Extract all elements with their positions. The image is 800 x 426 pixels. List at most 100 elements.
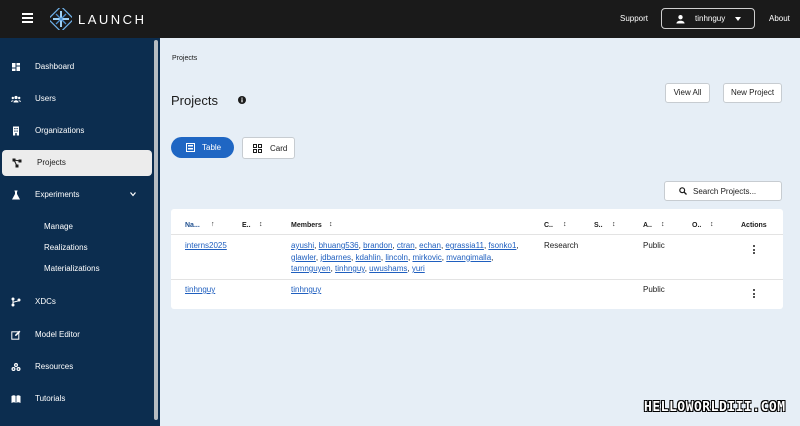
member-link[interactable]: fsonko1 — [488, 241, 516, 250]
person-icon — [676, 15, 685, 24]
search-input[interactable]: Search Projects... — [664, 181, 782, 201]
sidebar-item-label: Dashboard — [35, 62, 75, 71]
sort-asc-icon[interactable]: ↑ — [211, 221, 215, 228]
brand-name[interactable]: LAUNCH — [78, 12, 146, 27]
sidebar-item-resources[interactable]: Resources — [0, 354, 152, 380]
member-link[interactable]: yuri — [412, 264, 425, 273]
column-header-name[interactable]: Na... — [185, 222, 200, 229]
sidebar-scrollbar[interactable] — [154, 40, 158, 420]
support-link[interactable]: Support — [620, 14, 648, 23]
project-name-link[interactable]: interns2025 — [185, 241, 227, 250]
members-list: ayushi, bhuang536, brandon, ctran, echan… — [291, 241, 519, 273]
sidebar-item-experiments[interactable]: Experiments — [0, 182, 152, 208]
member-link[interactable]: ctran — [397, 241, 415, 250]
member-link[interactable]: lincoln — [385, 253, 408, 262]
column-header-e[interactable]: E.. — [242, 222, 251, 229]
sidebar-subitem-manage[interactable]: Manage — [44, 222, 73, 231]
member-link[interactable]: jdbarnes — [320, 253, 351, 262]
table-view-toggle[interactable]: Table — [171, 137, 234, 158]
sidebar-item-dashboard[interactable]: Dashboard — [0, 54, 152, 80]
caret-down-icon — [735, 17, 741, 21]
building-icon — [13, 126, 19, 136]
top-bar: LAUNCH Support tinhnguy About — [0, 0, 800, 38]
grid-icon — [253, 144, 262, 153]
sidebar-item-xdcs[interactable]: XDCs — [0, 289, 152, 315]
sort-icon[interactable]: ↕ — [329, 221, 333, 228]
user-menu-button[interactable]: tinhnguy — [661, 8, 755, 29]
sidebar-item-label: Tutorials — [35, 394, 66, 403]
member-link[interactable]: tinhnguy — [291, 285, 321, 294]
sort-icon[interactable]: ↕ — [259, 221, 263, 228]
resources-icon — [11, 363, 21, 371]
xdc-icon — [11, 297, 21, 307]
dashboard-icon — [12, 63, 20, 71]
book-icon — [11, 395, 21, 403]
edit-icon — [11, 330, 21, 340]
member-link[interactable]: mirkovic — [412, 253, 441, 262]
sidebar-item-label: Users — [35, 94, 56, 103]
sidebar: Dashboard Users Organizations Projects E… — [0, 38, 160, 426]
projects-table: Na... ↑ E.. ↕ Members ↕ C.. ↕ S.. ↕ A.. … — [171, 209, 783, 309]
sidebar-item-projects[interactable]: Projects — [2, 150, 152, 176]
member-link[interactable]: glawler — [291, 253, 316, 262]
category-cell: Research — [544, 241, 579, 250]
sidebar-item-users[interactable]: Users — [0, 86, 152, 112]
member-link[interactable]: echan — [419, 241, 441, 250]
sidebar-subitem-realizations[interactable]: Realizations — [44, 243, 88, 252]
sort-icon[interactable]: ↕ — [612, 221, 616, 228]
member-link[interactable]: egrassia11 — [445, 241, 484, 250]
sidebar-subitem-materializations[interactable]: Materializations — [44, 264, 100, 273]
sort-icon[interactable]: ↕ — [710, 221, 714, 228]
sidebar-item-tutorials[interactable]: Tutorials — [0, 386, 152, 412]
column-header-c[interactable]: C.. — [544, 222, 553, 229]
sidebar-item-organizations[interactable]: Organizations — [0, 118, 152, 144]
watermark-text: HELLOWORLDIII.COM — [644, 400, 786, 415]
users-icon — [11, 95, 21, 103]
breadcrumb[interactable]: Projects — [172, 55, 197, 62]
member-link[interactable]: ayushi — [291, 241, 314, 250]
sidebar-item-label: Organizations — [35, 126, 85, 135]
about-link[interactable]: About — [769, 14, 790, 23]
menu-icon[interactable] — [22, 13, 33, 23]
project-name-link[interactable]: tinhnguy — [185, 285, 215, 294]
search-placeholder: Search Projects... — [693, 187, 757, 196]
column-header-members[interactable]: Members — [291, 222, 322, 229]
member-link[interactable]: brandon — [363, 241, 392, 250]
sidebar-item-label: XDCs — [35, 297, 56, 306]
view-all-button[interactable]: View All — [665, 83, 710, 103]
divider — [171, 279, 783, 280]
member-link[interactable]: bhuang536 — [319, 241, 359, 250]
page-title: Projects — [171, 93, 218, 108]
column-header-a[interactable]: A.. — [643, 222, 652, 229]
table-icon — [186, 143, 195, 152]
project-nodes-icon — [12, 158, 22, 168]
member-link[interactable]: kdahlin — [356, 253, 381, 262]
info-icon[interactable] — [238, 96, 246, 104]
sort-icon[interactable]: ↕ — [661, 221, 665, 228]
member-link[interactable]: mvangimalla — [446, 253, 491, 262]
column-header-o[interactable]: O.. — [692, 222, 701, 229]
sidebar-item-label: Experiments — [35, 190, 80, 199]
chevron-down-icon[interactable] — [130, 191, 136, 197]
launch-logo-icon[interactable] — [50, 8, 72, 30]
table-view-label: Table — [202, 143, 222, 152]
sidebar-item-label: Model Editor — [35, 330, 80, 339]
search-icon — [679, 187, 687, 195]
username-label: tinhnguy — [695, 14, 726, 23]
more-vertical-icon[interactable] — [753, 245, 756, 254]
sidebar-item-model-editor[interactable]: Model Editor — [0, 322, 152, 348]
member-link[interactable]: tinhnguy — [335, 264, 365, 273]
access-cell: Public — [643, 285, 665, 294]
member-link[interactable]: uwushams — [369, 264, 407, 273]
sidebar-item-label: Resources — [35, 362, 74, 371]
sidebar-item-label: Projects — [37, 158, 66, 167]
new-project-button[interactable]: New Project — [723, 83, 782, 103]
card-view-toggle[interactable]: Card — [242, 137, 295, 159]
more-vertical-icon[interactable] — [753, 289, 756, 298]
sort-icon[interactable]: ↕ — [563, 221, 567, 228]
column-header-s[interactable]: S.. — [594, 222, 603, 229]
flask-icon — [12, 190, 20, 200]
divider — [171, 234, 783, 235]
card-view-label: Card — [270, 144, 288, 153]
member-link[interactable]: tamnguyen — [291, 264, 331, 273]
